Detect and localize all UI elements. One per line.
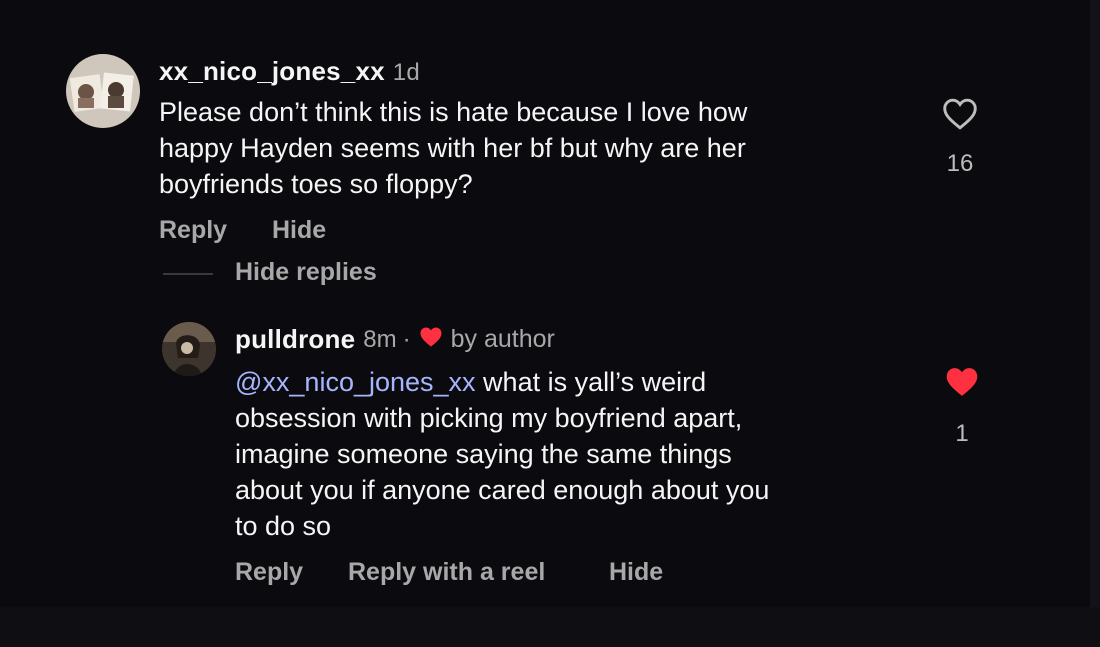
avatar-photo: [162, 322, 216, 376]
screen-bottom-edge: [0, 607, 1100, 647]
heart-filled-icon: [946, 368, 978, 396]
reply-like-button[interactable]: [944, 366, 980, 403]
comment-like-button[interactable]: [942, 98, 978, 135]
comment-username[interactable]: xx_nico_jones_xx: [159, 56, 385, 86]
comment-hide-button[interactable]: Hide: [272, 216, 326, 245]
reply-reply-button[interactable]: Reply: [235, 558, 303, 587]
comment-author[interactable]: xx_nico_jones_xx 1d: [159, 56, 420, 87]
heart-outline-icon: [943, 98, 977, 130]
comment-like-count: 16: [946, 150, 974, 177]
hide-replies-button[interactable]: Hide replies: [235, 258, 377, 287]
reply-username[interactable]: pulldrone: [235, 324, 355, 355]
reply-with-reel-button[interactable]: Reply with a reel: [348, 558, 545, 587]
avatar[interactable]: [66, 54, 140, 128]
reply-like-count: 1: [955, 420, 969, 447]
reply-mention[interactable]: @xx_nico_jones_xx: [235, 367, 476, 397]
reply-body: @xx_nico_jones_xx what is yall’s weird o…: [235, 364, 935, 544]
comment-timestamp: 1d: [392, 59, 420, 86]
comment-reply-button[interactable]: Reply: [159, 216, 227, 245]
meta-separator: ·: [402, 325, 411, 353]
reply-hide-button[interactable]: Hide: [609, 558, 663, 587]
reply-header: pulldrone 8m · by author: [235, 324, 555, 355]
comment-body: Please don’t think this is hate because …: [159, 97, 748, 199]
screen-edge: [1090, 0, 1100, 647]
heart-filled-icon: [419, 326, 443, 353]
by-author-badge: by author: [450, 325, 555, 353]
reply-avatar[interactable]: [162, 322, 216, 376]
reply-timestamp: 8m: [363, 325, 397, 353]
avatar-photo: [66, 54, 140, 128]
replies-divider: [163, 273, 213, 275]
